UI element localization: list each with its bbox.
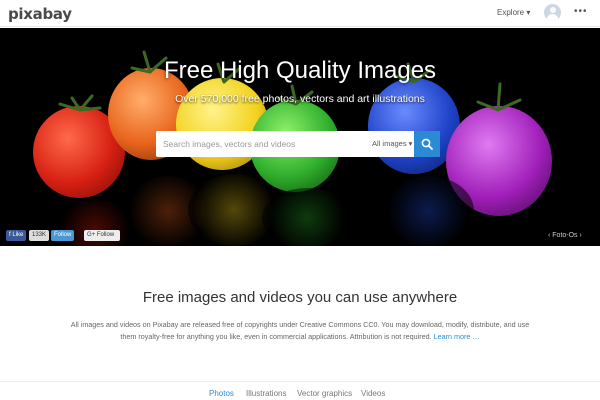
tab-videos[interactable]: Videos xyxy=(361,389,385,398)
hero-subtitle: Over 570,000 free photos, vectors and ar… xyxy=(175,93,425,105)
search-icon xyxy=(421,138,433,150)
tab-vector-graphics[interactable]: Vector graphics xyxy=(297,389,352,398)
pixabay-logo[interactable]: pixabay xyxy=(8,5,72,23)
tab-photos[interactable]: Photos xyxy=(209,389,234,398)
explore-menu-button[interactable]: Explore ▾ xyxy=(497,8,530,17)
hero-banner: Free High Quality Images Over 570,000 fr… xyxy=(0,28,600,246)
facebook-like-button[interactable]: f Like xyxy=(6,230,27,241)
search-bar: All images ▾ xyxy=(156,131,440,157)
photo-credit-nav[interactable]: ‹ Foto-Os › xyxy=(548,232,582,239)
media-type-dropdown[interactable]: All images ▾ xyxy=(372,139,412,148)
search-input[interactable] xyxy=(156,131,364,157)
intro-paragraph: All images and videos on Pixabay are rel… xyxy=(65,319,535,343)
user-avatar-icon[interactable] xyxy=(544,4,561,21)
tab-illustrations[interactable]: Illustrations xyxy=(246,389,286,398)
more-menu-icon[interactable]: ••• xyxy=(574,7,588,17)
twitter-follow-button[interactable]: Follow xyxy=(51,230,75,241)
gplus-follow-button[interactable]: G+ Follow xyxy=(84,230,120,241)
avatar-body xyxy=(547,14,558,21)
avatar-head xyxy=(549,7,556,13)
learn-more-link[interactable]: Learn more … xyxy=(434,332,480,341)
hero-title: Free High Quality Images xyxy=(163,57,437,84)
media-type-tabs: Photos Illustrations Vector graphics Vid… xyxy=(0,381,600,400)
intro-heading: Free images and videos you can use anywh… xyxy=(142,289,458,306)
search-button[interactable] xyxy=(414,131,440,157)
top-navbar: pixabay Explore ▾ ••• xyxy=(0,0,600,27)
facebook-like-count: 133K xyxy=(29,230,50,241)
